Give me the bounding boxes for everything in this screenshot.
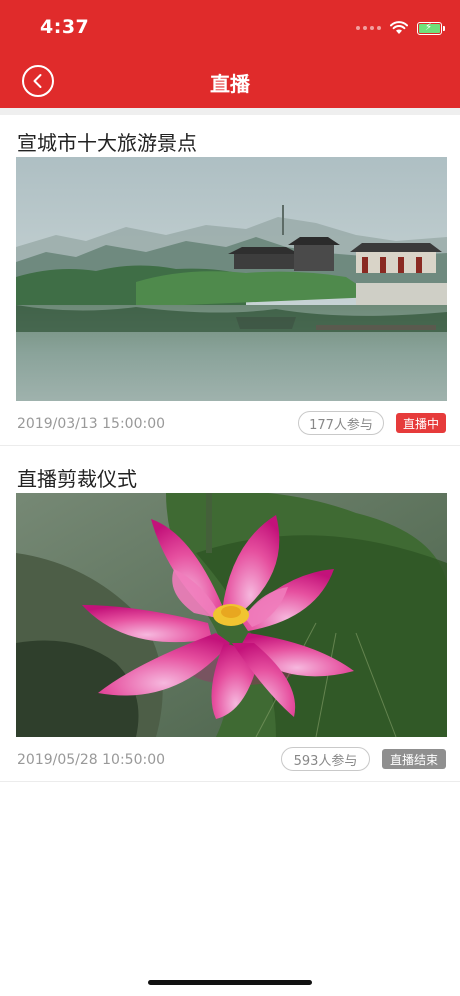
status-time: 4:37 — [40, 16, 90, 38]
page-title: 直播 — [210, 72, 250, 96]
item-cover-image[interactable] — [16, 157, 447, 401]
participants-pill: 593人参与 — [281, 747, 370, 771]
top-bar: 4:37 ⚡ 直播 — [0, 0, 460, 108]
item-datetime: 2019/03/13 15:00:00 — [17, 416, 166, 432]
item-datetime: 2019/05/28 10:50:00 — [17, 752, 166, 768]
battery-icon: ⚡ — [417, 21, 445, 35]
item-cover-image[interactable] — [16, 493, 447, 737]
participants-pill: 177人参与 — [298, 411, 384, 435]
live-list-item[interactable]: 直播剪裁仪式 2019/05/28 10:50:00 593人参与 直播结束 — [0, 451, 460, 782]
ended-status-badge: 直播结束 — [382, 749, 446, 769]
wifi-icon — [390, 21, 408, 34]
home-indicator[interactable] — [148, 980, 312, 985]
item-title: 直播剪裁仪式 — [17, 467, 137, 491]
live-status-badge: 直播中 — [396, 413, 446, 433]
item-title: 宣城市十大旅游景点 — [17, 131, 197, 155]
live-list-item[interactable]: 宣城市十大旅游景点 2019/03/13 15:00:00 177人参与 直播中 — [0, 115, 460, 446]
header-separator — [0, 108, 460, 115]
charging-bolt-icon: ⚡ — [425, 21, 433, 33]
item-divider — [0, 445, 460, 446]
item-divider — [0, 781, 460, 782]
status-indicators: ⚡ — [356, 20, 445, 36]
cellular-signal-icon — [356, 26, 381, 30]
